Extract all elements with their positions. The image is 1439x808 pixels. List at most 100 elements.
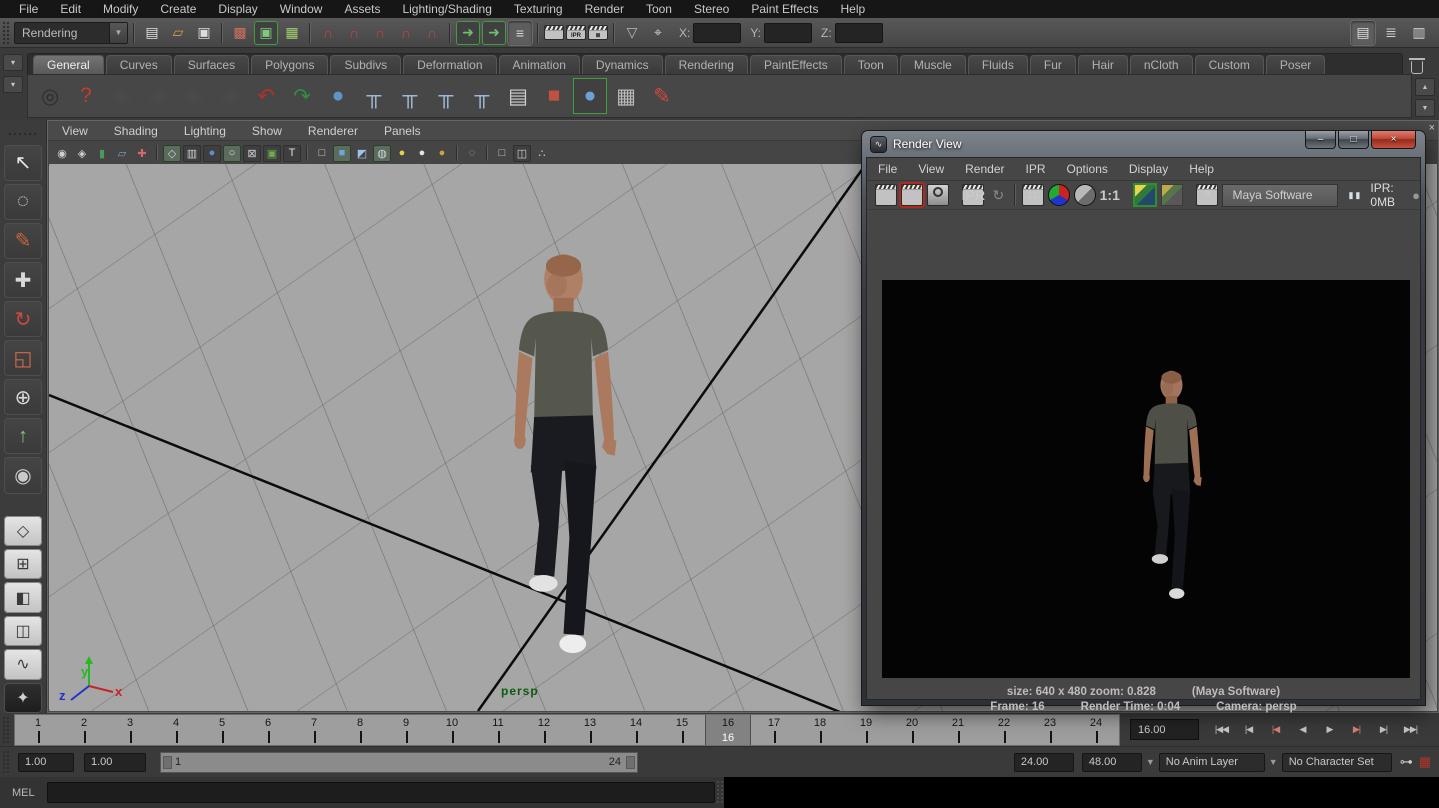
redo-view-icon[interactable]: ↷ (285, 78, 319, 114)
texture-group-icon[interactable]: ▦ (609, 78, 643, 114)
timeline-frame[interactable]: 18 18 (797, 715, 843, 745)
rv-menu-display[interactable]: Display (1129, 162, 1168, 176)
tab-muscle[interactable]: Muscle (900, 55, 966, 75)
playback-range-bar[interactable]: 1 24 (160, 752, 638, 773)
timeline-frame[interactable]: 19 19 (843, 715, 889, 745)
rv-menu-render[interactable]: Render (965, 162, 1004, 176)
scale-tool[interactable]: ◱ (4, 340, 42, 376)
camera-orbit-icon[interactable]: ◉ (105, 78, 139, 114)
step-back-frame-button[interactable]: |◀ (1236, 719, 1261, 741)
scroll-down-icon[interactable]: ▼ (1415, 99, 1435, 117)
drag-handle[interactable] (8, 132, 38, 138)
fill-light-icon[interactable]: ● (413, 145, 431, 162)
tab-dynamics[interactable]: Dynamics (582, 55, 663, 75)
animation-start-field[interactable]: 1.00 (18, 753, 74, 772)
select-tool[interactable]: ↖ (4, 145, 42, 181)
timeline-frame[interactable]: 15 15 (659, 715, 705, 745)
menu-help[interactable]: Help (830, 2, 877, 16)
tab-custom[interactable]: Custom (1195, 55, 1264, 75)
separator[interactable] (486, 145, 488, 161)
character-set-field[interactable]: No Character Set (1282, 753, 1392, 772)
rv-menu-options[interactable]: Options (1067, 162, 1108, 176)
display-rgb-icon[interactable] (1048, 184, 1070, 206)
timeline-frame[interactable]: 11 11 (475, 715, 521, 745)
menu-edit[interactable]: Edit (49, 2, 92, 16)
menu-assets[interactable]: Assets (333, 2, 391, 16)
rv-menu-file[interactable]: File (878, 162, 897, 176)
animation-end-field[interactable]: 48.00 (1082, 753, 1142, 772)
camera-pivot-icon[interactable]: ◉ (141, 78, 175, 114)
character-model[interactable] (477, 244, 645, 664)
menu-lighting-shading[interactable]: Lighting/Shading (391, 2, 502, 16)
zoom-one-to-one-icon[interactable]: 1:1 (1100, 185, 1120, 205)
snapshot-icon[interactable] (927, 184, 949, 206)
save-scene-icon[interactable]: ▣ (192, 21, 216, 45)
timeline-frame[interactable]: 5 5 (199, 715, 245, 745)
xray-icon[interactable]: □ (493, 145, 511, 162)
refresh-ipr-icon[interactable]: ↻ (988, 185, 1008, 205)
vp-menu-panels[interactable]: Panels (384, 124, 421, 138)
tab-painteffects[interactable]: PaintEffects (750, 55, 842, 75)
vp-menu-renderer[interactable]: Renderer (308, 124, 358, 138)
rendered-image[interactable] (882, 280, 1410, 678)
separator[interactable] (456, 145, 458, 161)
layout-split-pane[interactable]: ◫ (4, 616, 42, 646)
layout-custom[interactable]: ✦ (4, 683, 42, 713)
attribute-editor-icon[interactable]: ▤ (1351, 21, 1375, 45)
timeline-frame[interactable]: 4 4 (153, 715, 199, 745)
last-tool-used[interactable]: ◉ (4, 457, 42, 493)
playback-end-field[interactable]: 24.00 (1014, 753, 1074, 772)
menu-paint-effects[interactable]: Paint Effects (740, 2, 829, 16)
close-button[interactable]: × (1371, 131, 1416, 149)
selection-priority-chevron-icon[interactable]: ▽ (620, 21, 644, 45)
timeline-frame[interactable]: 17 17 (751, 715, 797, 745)
remove-image-icon[interactable] (1161, 184, 1183, 206)
timeline-frame[interactable]: 2 2 (61, 715, 107, 745)
universal-manipulator-tool[interactable]: ⊕ (4, 379, 42, 415)
drag-handle[interactable] (2, 21, 10, 44)
camera-truck-icon[interactable]: ◉ (177, 78, 211, 114)
x-coordinate-field[interactable] (693, 23, 741, 43)
node-editor-icon[interactable]: ▤ (501, 78, 535, 114)
rim-light-icon[interactable]: ● (433, 145, 451, 162)
snap-point-icon[interactable]: ∩ (368, 21, 392, 45)
assign-material-icon[interactable]: ■ (537, 78, 571, 114)
snap-curve-icon[interactable]: ∩ (342, 21, 366, 45)
workspace-axis-icon[interactable]: ⌖ (646, 21, 670, 45)
tab-deformation[interactable]: Deformation (403, 55, 496, 75)
output-connections-icon[interactable]: ➜ (482, 21, 506, 45)
chevron-down-icon[interactable]: ▼ (1269, 757, 1278, 767)
display-alpha-icon[interactable] (1074, 184, 1096, 206)
play-forwards-button[interactable]: ▶ (1317, 719, 1342, 741)
menu-render[interactable]: Render (574, 2, 635, 16)
channel-box-icon[interactable]: ▥ (1407, 21, 1431, 45)
render-current-frame-icon[interactable] (901, 184, 923, 206)
menu-modify[interactable]: Modify (92, 2, 149, 16)
timeline-frame[interactable]: 20 20 (889, 715, 935, 745)
tab-animation[interactable]: Animation (499, 55, 580, 75)
ipr-render-icon[interactable]: IPR (962, 184, 984, 206)
layout-single-pane[interactable]: ◇ (4, 516, 42, 546)
use-all-lights-icon[interactable]: ◍ (373, 145, 391, 162)
vp-menu-lighting[interactable]: Lighting (184, 124, 226, 138)
move-tool[interactable]: ✚ (4, 262, 42, 298)
drag-handle[interactable] (2, 750, 10, 774)
minimize-button[interactable]: – (1305, 131, 1336, 149)
trash-icon[interactable] (1411, 61, 1423, 74)
vp-menu-shading[interactable]: Shading (114, 124, 158, 138)
light-link-4-icon[interactable]: ╥ (465, 78, 499, 114)
region-render-icon[interactable]: ∷ (1022, 184, 1044, 206)
step-forward-frame-button[interactable]: ▶| (1371, 719, 1396, 741)
film-gate-icon[interactable]: ▥ (183, 145, 201, 162)
set-key-icon[interactable]: ⊶ (1400, 754, 1413, 770)
ipr-render-icon[interactable]: IPR (566, 25, 586, 40)
menu-stereo[interactable]: Stereo (683, 2, 740, 16)
tab-rendering[interactable]: Rendering (665, 55, 748, 75)
snap-plane-icon[interactable]: ∩ (394, 21, 418, 45)
shading-group-icon[interactable]: ● (573, 78, 607, 114)
step-forward-key-button[interactable]: ▶| (1344, 719, 1369, 741)
select-component-icon[interactable]: ▦ (280, 21, 304, 45)
select-hierarchy-icon[interactable]: ▩ (228, 21, 252, 45)
tab-ncloth[interactable]: nCloth (1130, 55, 1193, 75)
snap-live-icon[interactable]: ∩ (420, 21, 444, 45)
